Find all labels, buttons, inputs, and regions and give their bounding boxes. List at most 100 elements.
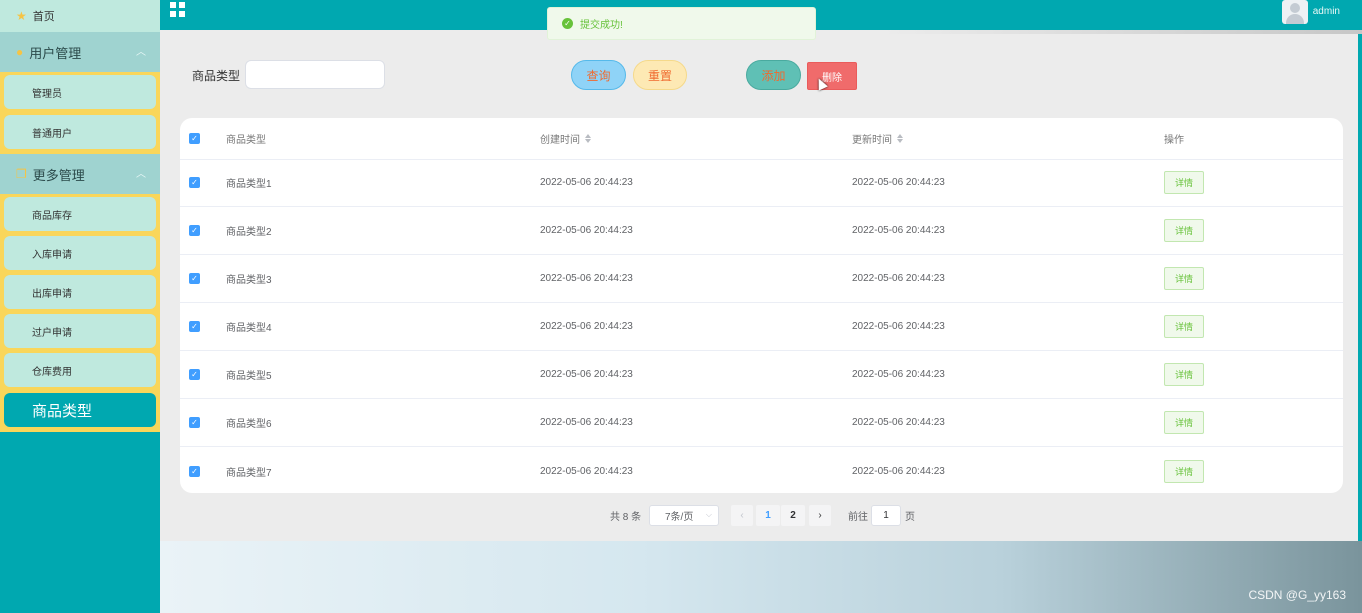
sidebar-item-outbound[interactable]: 出库申请 [4,275,156,309]
star-icon: ★ [16,9,27,23]
page-2-button[interactable]: 2 [781,505,805,526]
delete-button[interactable]: 删除 [807,62,857,90]
detail-button[interactable]: 详情 [1164,363,1204,386]
chevron-down-icon: ⌵ [705,510,712,519]
cell-type: 商品类型3 [226,275,272,286]
page-size-value: 7条/页 [665,512,694,523]
row-checkbox[interactable]: ✓ [189,417,200,428]
sidebar-item-transfer[interactable]: 过户申请 [4,314,156,348]
row-checkbox[interactable]: ✓ [189,273,200,284]
sidebar-item-product-type[interactable]: 商品类型 [4,393,156,427]
cell-updated: 2022-05-06 20:44:23 [852,225,945,236]
sidebar-item-normal-user[interactable]: 普通用户 [4,115,156,149]
sidebar-item-label: 过户申请 [32,327,72,339]
cell-updated: 2022-05-06 20:44:23 [852,321,945,332]
cell-created: 2022-05-06 20:44:23 [540,273,633,284]
cell-created: 2022-05-06 20:44:23 [540,465,633,477]
sidebar-group-user-management[interactable]: ● 用户管理 ︿ [0,32,160,72]
query-button[interactable]: 查询 [571,60,626,90]
product-type-search-input[interactable] [245,60,385,89]
sidebar-item-label: 出库申请 [32,288,72,300]
table-row: ✓ 商品类型3 2022-05-06 20:44:23 2022-05-06 20:4… [180,255,1343,303]
sort-icon[interactable] [897,134,903,143]
detail-button[interactable]: 详情 [1164,171,1204,194]
cell-created: 2022-05-06 20:44:23 [540,369,633,380]
column-header-updated[interactable]: 更新时间 [852,118,903,159]
sidebar-item-label: 普通用户 [32,128,72,140]
sidebar-item-admin[interactable]: 管理员 [4,75,156,109]
sidebar-group-label: 用户管理 [29,45,82,61]
cell-created: 2022-05-06 20:44:23 [540,225,633,236]
next-page-button[interactable]: › [809,505,831,526]
sidebar-item-inbound[interactable]: 入库申请 [4,236,156,270]
menu-grid-icon[interactable] [170,2,185,17]
table-row: ✓ 商品类型5 2022-05-06 20:44:23 2022-05-06 20:4… [180,351,1343,399]
sidebar-group-more-management[interactable]: ❐ 更多管理 ︿ [0,154,160,194]
table-row: ✓ 商品类型2 2022-05-06 20:44:23 2022-05-06 20:4… [180,207,1343,255]
cell-updated: 2022-05-06 20:44:23 [852,369,945,380]
data-table: ✓ 商品类型 创建时间 更新时间 操作 ✓ 商品类型1 2022-05-06 20:… [180,118,1343,493]
row-checkbox[interactable]: ✓ [189,321,200,332]
sidebar-group-label: 更多管理 [32,167,85,183]
copy-icon: ❐ [16,167,27,181]
prev-page-button[interactable]: ‹ [731,505,753,526]
sidebar-item-label: 商品库存 [32,210,72,222]
pagination-total: 共 8 条 [610,512,642,523]
background-gradient [160,541,1362,613]
column-header-created[interactable]: 创建时间 [540,118,591,159]
sidebar: ★ 首页 ● 用户管理 ︿ 管理员 普通用户 ❐ 更多管理 ︿ 商品库存 入库申… [0,0,160,613]
sidebar-item-label: 管理员 [32,88,62,100]
cell-type: 商品类型7 [226,467,272,479]
table-row: ✓ 商品类型6 2022-05-06 20:44:23 2022-05-06 20:4… [180,399,1343,447]
cell-updated: 2022-05-06 20:44:23 [852,177,945,188]
table-row: ✓ 商品类型1 2022-05-06 20:44:23 2022-05-06 20:4… [180,159,1343,207]
toast-message: 提交成功! [580,20,623,31]
detail-button[interactable]: 详情 [1164,315,1204,338]
user-icon: ● [16,45,24,59]
sidebar-item-label: 首页 [32,11,55,23]
page-size-select[interactable]: 7条/页 ⌵ [649,505,719,526]
table-header: ✓ 商品类型 创建时间 更新时间 操作 [180,118,1343,160]
page-1-button[interactable]: 1 [756,505,780,526]
cell-type: 商品类型4 [226,323,272,334]
detail-button[interactable]: 详情 [1164,219,1204,242]
goto-unit: 页 [905,512,915,523]
detail-button[interactable]: 详情 [1164,459,1204,483]
column-header-actions: 操作 [1164,135,1184,146]
column-header-label: 创建时间 [540,135,580,146]
cell-type: 商品类型1 [226,179,272,190]
row-checkbox[interactable]: ✓ [189,465,200,477]
cell-updated: 2022-05-06 20:44:23 [852,417,945,428]
search-label: 商品类型 [192,69,241,83]
sidebar-item-label: 仓库费用 [32,366,72,378]
success-toast: ✓ 提交成功! [547,7,816,40]
sidebar-item-inventory[interactable]: 商品库存 [4,197,156,231]
table-row: ✓ 商品类型4 2022-05-06 20:44:23 2022-05-06 20:4… [180,303,1343,351]
sidebar-item-warehouse-fee[interactable]: 仓库费用 [4,353,156,387]
submenu-user-management: 管理员 普通用户 [0,72,160,154]
avatar[interactable] [1282,0,1308,24]
chevron-up-icon: ︿ [136,169,146,180]
cell-type: 商品类型2 [226,227,272,238]
goto-label: 前往 [848,512,868,523]
column-header-label: 更新时间 [852,135,892,146]
cell-created: 2022-05-06 20:44:23 [540,417,633,428]
table-row: ✓ 商品类型7 2022-05-06 20:44:23 2022-05-06 20:4… [180,447,1343,493]
row-checkbox[interactable]: ✓ [189,225,200,236]
sidebar-item-label: 商品类型 [32,402,93,420]
add-button[interactable]: 添加 [746,60,801,90]
row-checkbox[interactable]: ✓ [189,177,200,188]
cell-updated: 2022-05-06 20:44:23 [852,465,945,477]
sidebar-item-home[interactable]: ★ 首页 [0,0,160,32]
goto-page-input[interactable]: 1 [871,505,901,526]
cell-updated: 2022-05-06 20:44:23 [852,273,945,284]
select-all-checkbox[interactable]: ✓ [189,133,200,144]
admin-name[interactable]: admin [1313,6,1340,17]
reset-button[interactable]: 重置 [633,60,687,90]
sidebar-item-label: 入库申请 [32,249,72,261]
cell-created: 2022-05-06 20:44:23 [540,177,633,188]
detail-button[interactable]: 详情 [1164,267,1204,290]
detail-button[interactable]: 详情 [1164,411,1204,434]
row-checkbox[interactable]: ✓ [189,369,200,380]
sort-icon[interactable] [585,134,591,143]
